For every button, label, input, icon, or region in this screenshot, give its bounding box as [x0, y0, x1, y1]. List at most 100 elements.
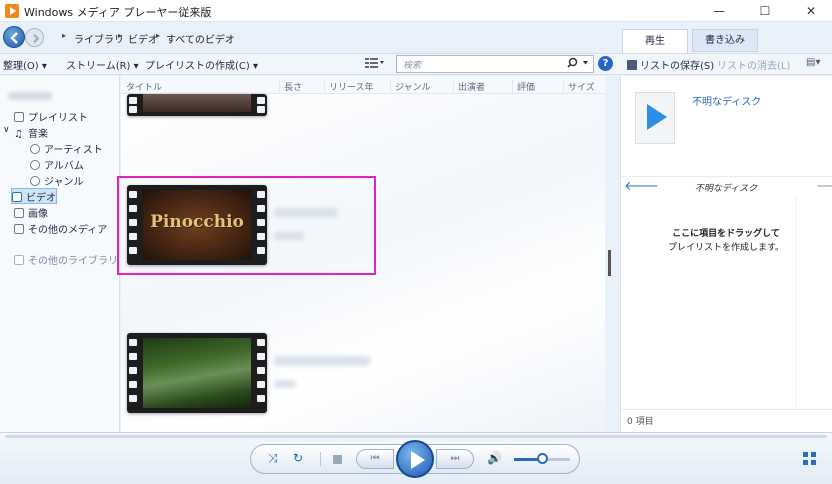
video-frame — [143, 338, 251, 408]
chevron-down-icon[interactable]: ∨ — [3, 125, 10, 135]
back-button[interactable] — [3, 26, 25, 48]
save-list-button[interactable]: リストの保存(S) — [627, 57, 714, 72]
drop-hint-title: ここに項目をドラッグして — [672, 229, 780, 239]
video-title-blurred — [274, 208, 338, 217]
chevron-down-icon: ▾ — [133, 61, 139, 72]
organize-label: 整理(O) — [3, 61, 39, 72]
music-note-icon: ♫ — [14, 129, 23, 140]
minimize-button[interactable]: — — [696, 0, 742, 22]
repeat-icon[interactable]: ↻ — [293, 451, 303, 465]
search-icon[interactable] — [567, 57, 591, 72]
film-holes — [255, 94, 267, 116]
film-holes — [255, 333, 267, 413]
user-library-blurred[interactable] — [8, 92, 52, 100]
sidebar-item-other-libraries[interactable]: その他のライブラリ — [14, 252, 118, 267]
switch-to-now-playing-icon[interactable] — [803, 452, 817, 466]
film-holes — [127, 94, 139, 116]
unknown-disc-link[interactable]: 不明なディスク — [692, 93, 761, 108]
organize-menu[interactable]: 整理(O) ▾ — [3, 57, 47, 72]
divider — [620, 409, 832, 410]
maximize-button[interactable]: ☐ — [742, 0, 788, 22]
tab-play[interactable]: 再生 — [622, 29, 688, 53]
tab-burn[interactable]: 書き込み — [692, 29, 758, 52]
divider — [320, 452, 321, 466]
sidebar-item-music[interactable]: ♫ 音楽 — [14, 125, 48, 140]
stream-label: ストリーム(R) — [66, 61, 131, 72]
column-size[interactable]: サイズ — [563, 80, 595, 93]
breadcrumb-separator-icon: ▸ — [118, 31, 123, 40]
search-input[interactable] — [396, 55, 594, 73]
previous-button[interactable]: ⏮ — [356, 449, 394, 469]
item-count: 0 項目 — [627, 417, 654, 427]
play-button[interactable] — [396, 440, 434, 478]
breadcrumb-video[interactable]: ビデオ — [128, 31, 158, 46]
sidebar-item-other-media[interactable]: その他のメディア — [14, 221, 107, 236]
splitter-grip[interactable] — [608, 250, 611, 276]
breadcrumb-library[interactable]: ライブラリ — [74, 31, 124, 46]
next-button[interactable]: ⏭ — [436, 449, 474, 469]
sidebar-item-album[interactable]: アルバム — [30, 157, 84, 172]
sidebar-item-pictures[interactable]: 画像 — [14, 205, 48, 220]
next-list-arrow-icon[interactable]: 🡒 — [816, 178, 832, 194]
artist-icon — [30, 144, 40, 154]
video-meta-blurred — [274, 380, 296, 388]
shuffle-icon[interactable]: ⤨ — [268, 451, 278, 466]
sidebar-item-label: アルバム — [44, 161, 84, 172]
playlist-title: 不明なディスク — [694, 184, 758, 194]
close-button[interactable]: ✕ — [788, 0, 832, 22]
genre-icon — [30, 176, 40, 186]
wmp-app-icon — [5, 4, 19, 18]
column-genre[interactable]: ジャンル — [390, 80, 431, 93]
stop-icon[interactable] — [333, 455, 342, 464]
column-title[interactable]: タイトル — [122, 80, 162, 93]
video-thumbnail-1[interactable] — [127, 94, 267, 116]
seek-bar[interactable] — [5, 435, 827, 438]
column-release-year[interactable]: リリース年 — [324, 80, 374, 93]
sidebar-item-playlist[interactable]: プレイリスト — [14, 109, 88, 124]
window-title: Windows メディア プレーヤー従来版 — [24, 6, 212, 19]
breadcrumb-all-videos[interactable]: すべてのビデオ — [166, 31, 235, 46]
sidebar-item-video[interactable]: ビデオ — [11, 188, 57, 204]
video-title-blurred — [274, 356, 370, 366]
sidebar-item-label: ビデオ — [26, 193, 56, 204]
video-title-art: Pinocchio — [150, 212, 244, 232]
column-rating[interactable]: 評価 — [512, 80, 535, 93]
save-list-label: リストの保存(S) — [640, 61, 715, 72]
play-triangle-icon — [647, 104, 667, 130]
album-icon — [30, 160, 40, 170]
list-options-icon[interactable]: ▤▾ — [806, 57, 820, 68]
volume-knob[interactable] — [537, 453, 548, 464]
sidebar-item-genre[interactable]: ジャンル — [30, 173, 84, 188]
view-options-icon[interactable] — [365, 57, 384, 69]
create-playlist-label: プレイリストの作成(C) — [145, 61, 250, 72]
sidebar-item-label: 画像 — [28, 209, 48, 220]
sidebar-item-label: ジャンル — [44, 177, 84, 188]
other-media-icon — [14, 224, 24, 234]
save-disk-icon — [627, 60, 637, 70]
video-frame — [143, 94, 251, 112]
back-arrow-icon — [10, 32, 18, 44]
video-meta-blurred — [274, 232, 304, 240]
clear-list-button[interactable]: リストの消去(L) — [717, 57, 790, 72]
sidebar-item-label: 音楽 — [27, 129, 48, 140]
video-icon — [12, 192, 22, 202]
column-actors[interactable]: 出演者 — [453, 80, 485, 93]
film-holes — [127, 185, 139, 265]
film-holes — [127, 333, 139, 413]
sidebar-item-label: その他のライブラリ — [28, 256, 118, 267]
video-thumbnail-3[interactable] — [127, 333, 267, 413]
forward-button[interactable] — [25, 28, 44, 47]
create-playlist-menu[interactable]: プレイリストの作成(C) ▾ — [145, 57, 258, 72]
column-length[interactable]: 長さ — [279, 80, 302, 93]
picture-icon — [14, 208, 24, 218]
stream-menu[interactable]: ストリーム(R) ▾ — [66, 57, 139, 72]
other-library-icon — [14, 255, 24, 265]
video-thumbnail-2[interactable]: Pinocchio — [127, 185, 267, 265]
volume-icon[interactable]: 🔊 — [487, 451, 502, 465]
chevron-down-icon: ▾ — [41, 61, 47, 72]
help-icon[interactable]: ? — [598, 56, 613, 71]
sidebar-item-label: プレイリスト — [28, 113, 88, 124]
search-placeholder: 検索 — [403, 61, 422, 71]
sidebar-item-artist[interactable]: アーティスト — [30, 141, 103, 156]
sidebar-item-label: アーティスト — [44, 145, 103, 156]
